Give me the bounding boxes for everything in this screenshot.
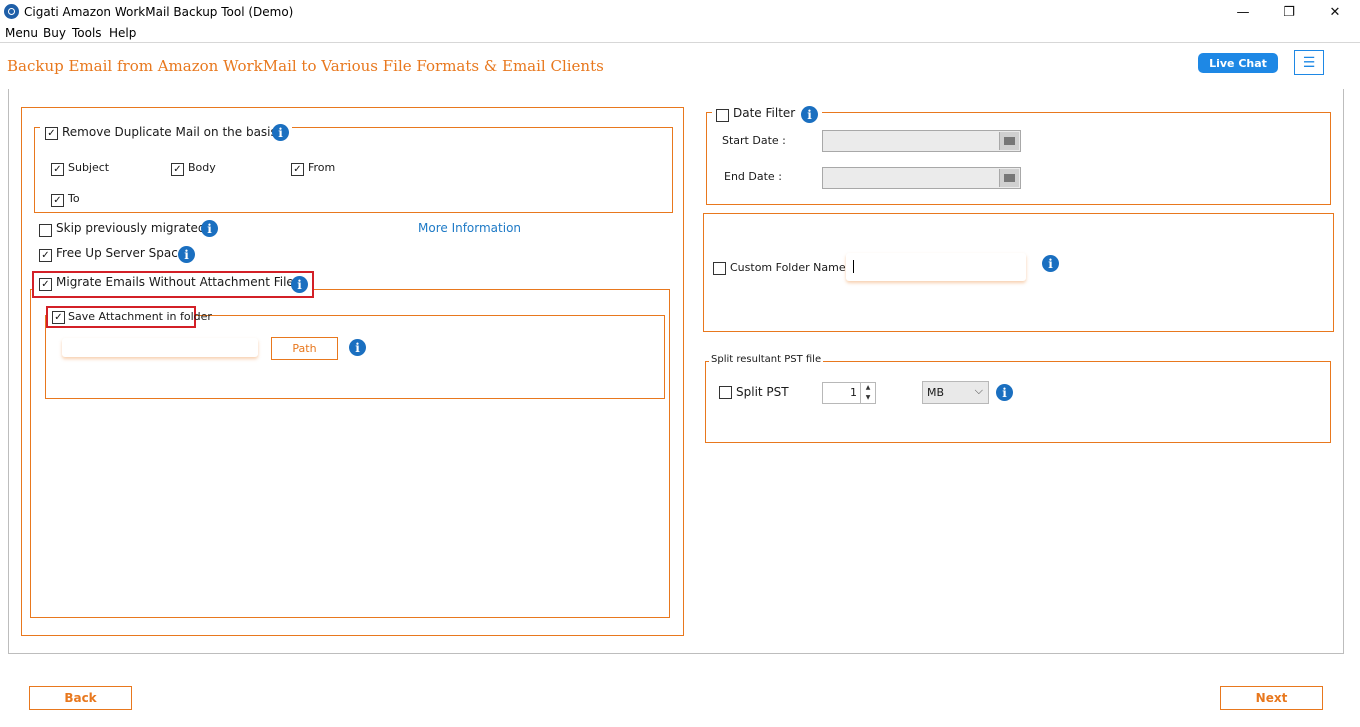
end-date-label: End Date :	[724, 170, 782, 183]
migrate-without-attachments-label: Migrate Emails Without Attachment Files	[56, 275, 301, 289]
stepper-arrows-icon[interactable]: ▲ ▼	[860, 383, 875, 403]
to-checkbox[interactable]: ✓	[51, 194, 64, 207]
custom-folder-input[interactable]	[846, 253, 1026, 281]
app-logo-icon	[4, 4, 19, 19]
body-checkbox[interactable]: ✓	[171, 163, 184, 176]
info-icon[interactable]: i	[1042, 255, 1059, 272]
back-button[interactable]: Back	[29, 686, 132, 710]
menu-menu[interactable]: Menu	[5, 26, 38, 40]
duplicate-group	[34, 127, 673, 213]
split-pst-checkbox[interactable]	[719, 386, 732, 399]
info-icon[interactable]: i	[201, 220, 218, 237]
live-chat-button[interactable]: Live Chat	[1198, 53, 1278, 73]
custom-folder-label: Custom Folder Name	[730, 261, 846, 274]
menu-buy[interactable]: Buy	[43, 26, 66, 40]
close-icon[interactable]: ✕	[1312, 0, 1358, 24]
info-icon[interactable]: i	[291, 276, 308, 293]
path-button[interactable]: Path	[271, 337, 338, 360]
next-button[interactable]: Next	[1220, 686, 1323, 710]
info-icon[interactable]: i	[996, 384, 1013, 401]
page-title: Backup Email from Amazon WorkMail to Var…	[7, 57, 604, 75]
save-attachment-label: Save Attachment in folder	[68, 310, 212, 323]
subject-label: Subject	[68, 161, 110, 174]
start-date-label: Start Date :	[722, 134, 786, 147]
maximize-icon[interactable]: ❐	[1266, 0, 1312, 24]
from-checkbox[interactable]: ✓	[291, 163, 304, 176]
split-unit-select[interactable]: MB ⌵	[922, 381, 989, 404]
attachment-path-input[interactable]	[62, 338, 258, 357]
split-unit-value: MB	[927, 386, 945, 399]
date-filter-group	[706, 112, 1331, 205]
menu-tools[interactable]: Tools	[72, 26, 102, 40]
from-label: From	[308, 161, 336, 174]
split-pst-group	[705, 361, 1331, 443]
skip-migrated-checkbox[interactable]	[39, 224, 52, 237]
more-information-link[interactable]: More Information	[418, 221, 521, 235]
split-pst-label: Split PST	[736, 385, 789, 399]
text-cursor	[853, 260, 854, 273]
menu-help[interactable]: Help	[109, 26, 136, 40]
info-icon[interactable]: i	[272, 124, 289, 141]
migrate-without-attachments-checkbox[interactable]: ✓	[39, 278, 52, 291]
split-size-stepper[interactable]: 1 ▲ ▼	[822, 382, 876, 404]
info-icon[interactable]: i	[349, 339, 366, 356]
window-title: Cigati Amazon WorkMail Backup Tool (Demo…	[24, 5, 294, 19]
split-group-title: Split resultant PST file	[709, 354, 824, 365]
save-attachment-checkbox[interactable]: ✓	[52, 311, 65, 324]
end-date-field[interactable]	[822, 167, 1021, 189]
date-filter-checkbox[interactable]	[716, 109, 729, 122]
body-label: Body	[188, 161, 216, 174]
calendar-icon[interactable]	[999, 169, 1019, 187]
info-icon[interactable]: i	[178, 246, 195, 263]
info-icon[interactable]: i	[801, 106, 818, 123]
custom-folder-checkbox[interactable]	[713, 262, 726, 275]
start-date-field[interactable]	[822, 130, 1021, 152]
remove-duplicate-checkbox[interactable]: ✓	[45, 127, 58, 140]
skip-migrated-label: Skip previously migrated	[56, 221, 206, 235]
date-filter-label: Date Filter	[733, 106, 796, 120]
subject-checkbox[interactable]: ✓	[51, 163, 64, 176]
split-size-value: 1	[850, 386, 857, 399]
minimize-icon[interactable]: —	[1220, 0, 1266, 24]
free-up-space-checkbox[interactable]: ✓	[39, 249, 52, 262]
to-label: To	[68, 192, 80, 205]
hamburger-menu-icon[interactable]: ☰	[1294, 50, 1324, 75]
remove-duplicate-label: Remove Duplicate Mail on the basis	[62, 125, 277, 139]
free-up-space-label: Free Up Server Space	[56, 246, 186, 260]
chevron-down-icon: ⌵	[974, 384, 983, 397]
calendar-icon[interactable]	[999, 132, 1019, 150]
menu-bar	[0, 24, 1360, 42]
